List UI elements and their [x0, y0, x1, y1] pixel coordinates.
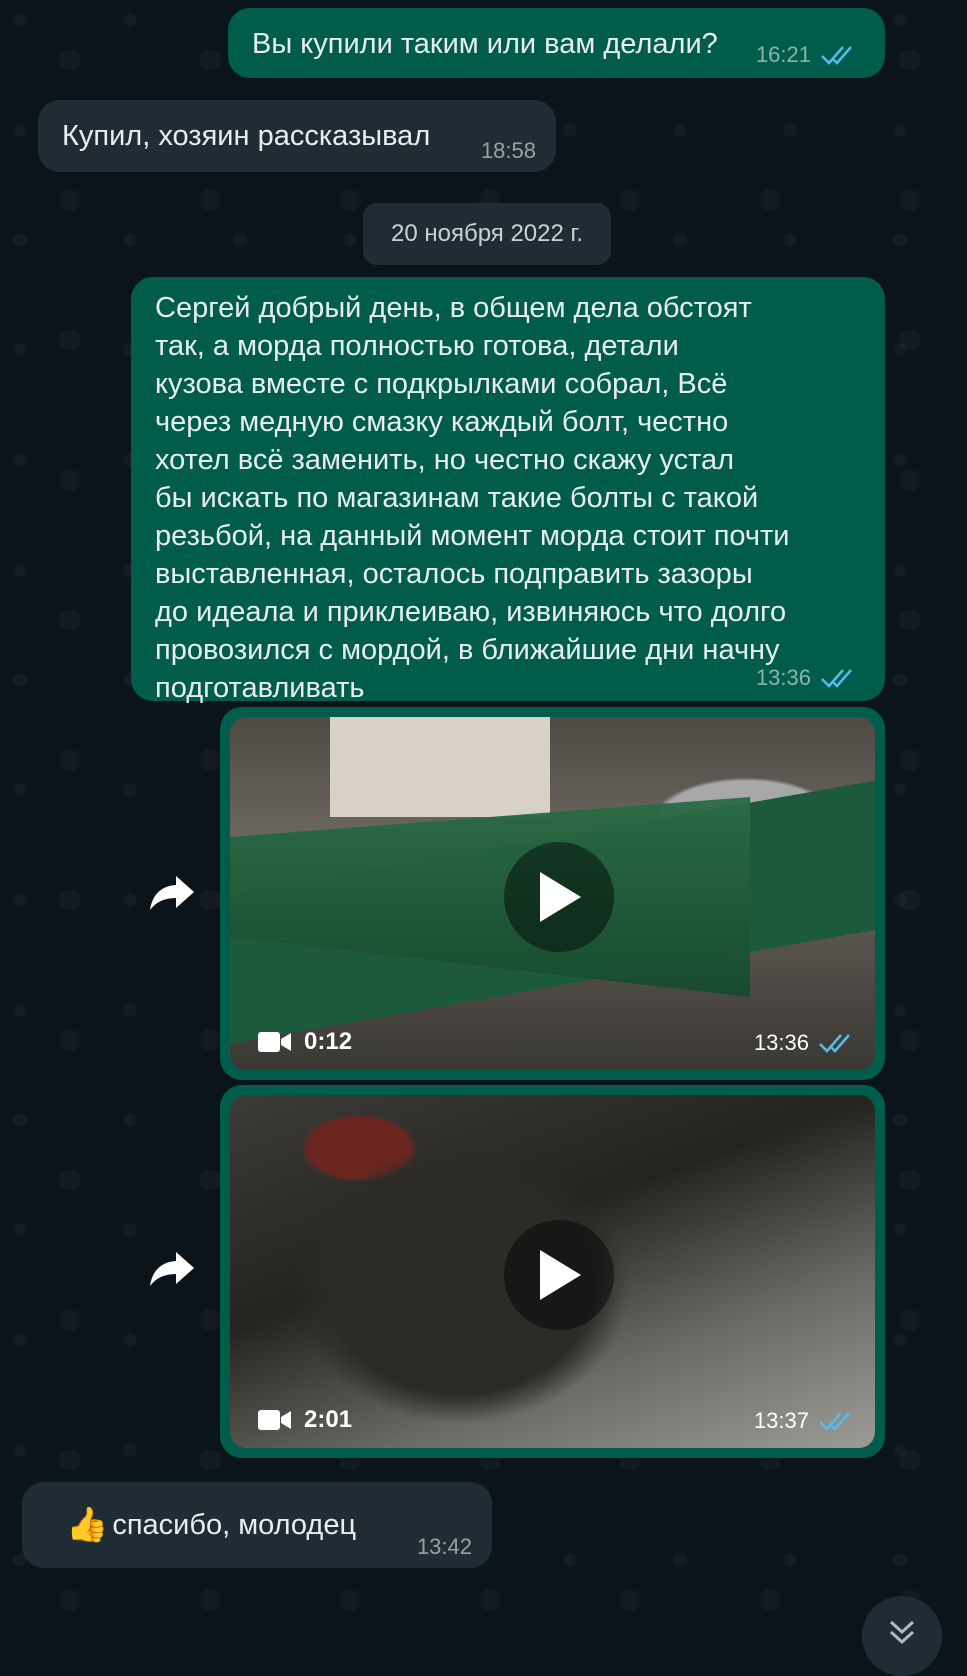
- play-icon[interactable]: [504, 842, 614, 952]
- scroll-to-bottom-button[interactable]: [862, 1596, 942, 1676]
- message-meta: 18:58: [481, 138, 536, 164]
- video-thumbnail: 0:12 13:36: [230, 717, 875, 1070]
- message-text: Сергей добрый день, в общем дела обстоят…: [155, 289, 790, 707]
- double-check-icon: [821, 669, 852, 688]
- message-line: резьбой, на данный момент морда стоит по…: [155, 520, 790, 552]
- double-chevron-down-icon: [889, 1620, 915, 1645]
- message-time: 13:42: [416, 1534, 472, 1559]
- thumbs-up-icon: 👍: [66, 1506, 109, 1544]
- video-camera-icon: [258, 1032, 291, 1052]
- message-line: выставленная, осталось подправить зазоры: [155, 558, 753, 590]
- double-check-icon: [819, 1412, 850, 1431]
- message-meta: 13:42: [417, 1534, 472, 1560]
- message-line: провозился с мордой, в ближайшие дни нач…: [155, 634, 780, 666]
- thumbnail-detail: [230, 797, 750, 997]
- message-line: подготавливать: [155, 672, 365, 704]
- incoming-message[interactable]: Купил, хозяин рассказывал 18:58: [38, 100, 556, 172]
- message-line: кузова вместе с подкрылками собрал, Всё: [155, 368, 728, 400]
- video-message[interactable]: 2:01 13:37: [220, 1085, 885, 1458]
- outgoing-message[interactable]: Сергей добрый день, в общем дела обстоят…: [131, 277, 885, 704]
- message-text: 👍 спасибо, молодец: [66, 1506, 356, 1544]
- video-message[interactable]: 0:12 13:36: [220, 707, 885, 1080]
- message-text: Купил, хозяин рассказывал: [62, 120, 431, 152]
- forward-icon[interactable]: [144, 864, 200, 920]
- incoming-message[interactable]: 👍 спасибо, молодец 13:42: [22, 1482, 492, 1568]
- date-separator: 20 ноября 2022 г.: [363, 203, 611, 265]
- thumbnail-detail: [330, 717, 550, 817]
- message-time: 16:21: [755, 42, 811, 67]
- video-duration: 2:01: [258, 1406, 352, 1434]
- message-meta: 13:36: [756, 665, 859, 691]
- duration-text: 2:01: [304, 1406, 353, 1433]
- double-check-icon: [819, 1034, 850, 1053]
- video-camera-icon: [258, 1410, 291, 1430]
- double-check-icon: [821, 46, 852, 65]
- forward-icon[interactable]: [144, 1240, 200, 1296]
- message-time: 18:58: [480, 138, 536, 163]
- message-line: через медную смазку каждый болт, честно: [155, 406, 729, 438]
- message-line: Сергей добрый день, в общем дела обстоят: [155, 292, 752, 324]
- message-meta: 13:36: [754, 1030, 857, 1056]
- message-meta: 16:21: [756, 42, 859, 68]
- outgoing-message[interactable]: Вы купили таким или вам делали? 16:21: [228, 8, 885, 78]
- message-line: до идеала и приклеиваю, извиняюсь что до…: [155, 596, 787, 628]
- duration-text: 0:12: [304, 1028, 353, 1055]
- message-line: так, а морда полностью готова, детали: [155, 330, 679, 362]
- message-line: бы искать по магазинам такие болты с так…: [155, 482, 759, 514]
- video-duration: 0:12: [258, 1028, 352, 1056]
- message-meta: 13:37: [754, 1408, 857, 1434]
- message-line: хотел всё заменить, но честно скажу уста…: [155, 444, 735, 476]
- play-icon[interactable]: [504, 1220, 614, 1330]
- message-time: 13:37: [753, 1408, 809, 1433]
- message-body: спасибо, молодец: [112, 1509, 357, 1541]
- message-text: Вы купили таким или вам делали?: [252, 28, 718, 60]
- message-time: 13:36: [755, 665, 811, 690]
- message-time: 13:36: [753, 1030, 809, 1055]
- video-thumbnail: 2:01 13:37: [230, 1095, 875, 1448]
